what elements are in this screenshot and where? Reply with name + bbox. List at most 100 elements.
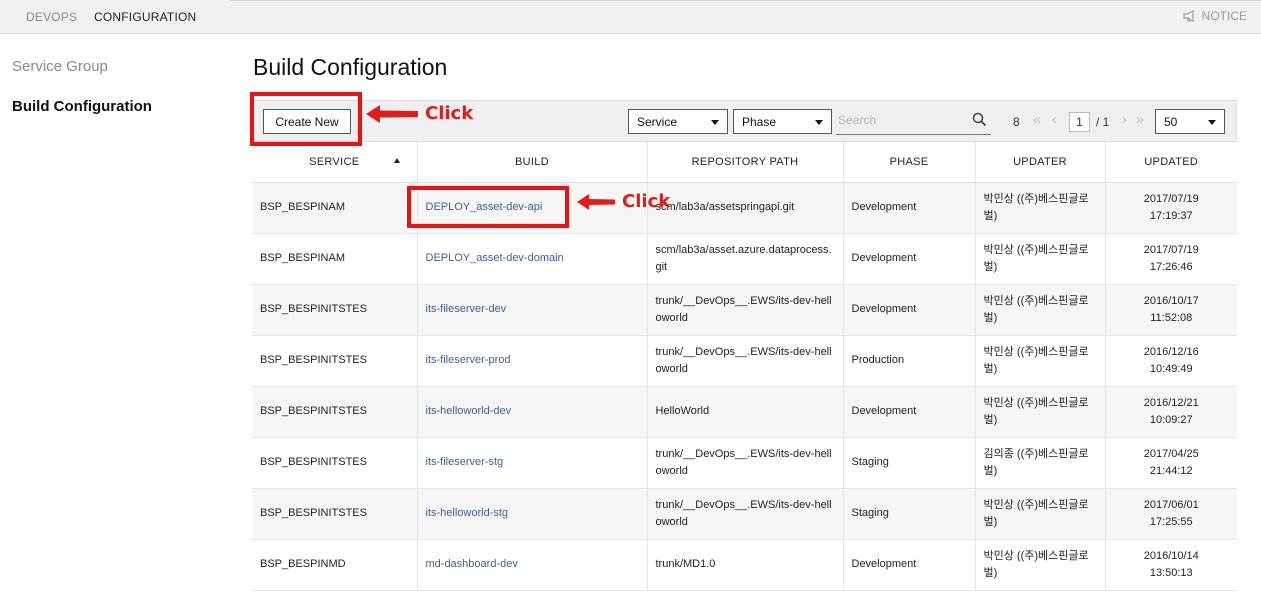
header-label: UPDATED [1144, 155, 1199, 168]
updater-value: 박민상 ((주)베스핀글로벌) [983, 396, 1089, 426]
header-label: BUILD [515, 155, 549, 168]
cell-service: BSP_BESPINAM [252, 182, 418, 234]
column-header-updated[interactable]: UPDATED [1105, 142, 1237, 183]
cell-updater: 김의종 ((주)베스핀글로벌) [975, 437, 1106, 489]
phase-select[interactable]: Phase [733, 109, 832, 134]
service-value: BSP_BESPINAM [260, 252, 345, 264]
build-link[interactable]: its-helloworld-dev [426, 405, 512, 417]
cell-service: BSP_BESPINITSTES [252, 335, 418, 387]
service-select[interactable]: Service [628, 109, 728, 134]
cell-phase: Development [843, 182, 976, 234]
updated-date: 2017/07/19 [1143, 243, 1199, 256]
service-value: BSP_BESPINMD [260, 558, 346, 570]
updated-date: 2016/10/17 [1143, 294, 1199, 307]
updater-value: 박민상 ((주)베스핀글로벌) [983, 549, 1089, 579]
red-arrow-icon [366, 105, 418, 123]
last-page-icon[interactable]: » [1136, 111, 1144, 127]
cell-phase: Production [843, 335, 976, 387]
click-annotation-1: Click [425, 103, 474, 124]
tab-devops[interactable]: DEVOPS [26, 10, 77, 24]
repo-value: trunk/__DevOps__.EWS/its-dev-helloworld [655, 447, 832, 477]
top-nav-bar: DEVOPS CONFIGURATION NOTICE [0, 0, 1261, 34]
table-row[interactable]: BSP_BESPINITSTES its-helloworld-dev HelloW… [252, 386, 1237, 438]
updated-time: 17:25:55 [1149, 515, 1193, 528]
updated-date: 2017/07/19 [1143, 192, 1199, 205]
column-header-repository-path[interactable]: REPOSITORY PATH [647, 142, 844, 183]
page-title: Build Configuration [253, 54, 448, 80]
create-new-button[interactable]: Create New [263, 109, 351, 134]
page-size-select[interactable]: 50 [1155, 109, 1225, 134]
cell-repository-path: HelloWorld [647, 386, 844, 438]
column-header-phase[interactable]: PHASE [843, 142, 976, 183]
cell-build: its-fileserver-prod [417, 335, 648, 387]
cell-updater: 박민상 ((주)베스핀글로벌) [975, 182, 1106, 234]
sort-asc-icon[interactable] [394, 158, 400, 163]
service-value: BSP_BESPINAM [260, 201, 345, 213]
table-row[interactable]: BSP_BESPINAM DEPLOY_asset-dev-api scm/lab3… [252, 182, 1237, 234]
build-link[interactable]: its-fileserver-dev [426, 303, 507, 315]
table-row[interactable]: BSP_BESPINITSTES its-fileserver-prod trunk… [252, 335, 1237, 387]
total-count: 8 [1013, 115, 1020, 129]
table-row[interactable]: BSP_BESPINMD md-dashboard-dev trunk/MD1.0 D… [252, 539, 1237, 591]
cell-phase: Development [843, 233, 976, 285]
table-row[interactable]: BSP_BESPINITSTES its-fileserver-stg trunk/… [252, 437, 1237, 489]
updated-time: 21:44:12 [1149, 464, 1193, 477]
phase-value: Development [851, 558, 917, 570]
next-page-icon[interactable]: › [1122, 111, 1127, 127]
sidebar-item-build-configuration[interactable]: Build Configuration [12, 98, 152, 115]
prev-page-icon[interactable]: ‹ [1052, 111, 1057, 127]
cell-updated: 2017/07/19 17:26:46 [1105, 233, 1237, 285]
cell-updated: 2016/12/16 10:49:49 [1105, 335, 1237, 387]
table-row[interactable]: BSP_BESPINITSTES its-fileserver-dev trunk/… [252, 284, 1237, 336]
first-page-icon[interactable]: « [1033, 111, 1041, 127]
service-value: BSP_BESPINITSTES [260, 405, 367, 417]
cell-repository-path: trunk/__DevOps__.EWS/its-dev-helloworld [647, 284, 844, 336]
column-header-build[interactable]: BUILD [417, 142, 648, 183]
repo-value: scm/lab3a/assetspringapi.git [655, 201, 795, 213]
column-header-service[interactable]: SERVICE [252, 142, 418, 183]
notice-button[interactable]: NOTICE [1183, 9, 1247, 23]
cell-updated: 2017/06/01 17:25:55 [1105, 488, 1237, 540]
cell-repository-path: trunk/MD1.0 [647, 539, 844, 591]
cell-service: BSP_BESPINITSTES [252, 284, 418, 336]
cell-updated: 2017/04/25 21:44:12 [1105, 437, 1237, 489]
tab-configuration[interactable]: CONFIGURATION [94, 10, 196, 24]
phase-value: Development [851, 303, 917, 315]
repo-value: HelloWorld [655, 405, 710, 417]
updated-date: 2016/12/21 [1143, 396, 1199, 409]
table-row[interactable]: BSP_BESPINAM DEPLOY_asset-dev-domain scm/l… [252, 233, 1237, 285]
sidebar-item-service-group[interactable]: Service Group [12, 58, 108, 75]
header-label: REPOSITORY PATH [691, 155, 799, 168]
dropdown-arrow-icon [711, 120, 719, 125]
cell-updater: 박민상 ((주)베스핀글로벌) [975, 233, 1106, 285]
table-row[interactable]: BSP_BESPINITSTES its-helloworld-stg trunk/… [252, 488, 1237, 540]
cell-repository-path: scm/lab3a/asset.azure.dataprocess.git [647, 233, 844, 285]
phase-value: Development [851, 405, 917, 417]
service-select-value: Service [637, 115, 678, 129]
cell-updater: 박민상 ((주)베스핀글로벌) [975, 335, 1106, 387]
red-arrow-icon [577, 194, 615, 210]
build-link[interactable]: its-fileserver-prod [426, 354, 511, 366]
search-icon[interactable] [972, 112, 987, 127]
cell-phase: Development [843, 539, 976, 591]
search-input[interactable] [838, 113, 963, 127]
build-link[interactable]: DEPLOY_asset-dev-domain [426, 252, 564, 264]
build-link[interactable]: DEPLOY_asset-dev-api [426, 201, 543, 213]
cell-updater: 박민상 ((주)베스핀글로벌) [975, 386, 1106, 438]
cell-phase: Development [843, 386, 976, 438]
updated-time: 17:19:37 [1149, 209, 1193, 222]
column-header-updater[interactable]: UPDATER [975, 142, 1106, 183]
build-link[interactable]: its-fileserver-stg [426, 456, 504, 468]
cell-repository-path: trunk/__DevOps__.EWS/its-dev-helloworld [647, 488, 844, 540]
page-size-value: 50 [1164, 115, 1178, 129]
cell-service: BSP_BESPINITSTES [252, 488, 418, 540]
updated-time: 13:50:13 [1149, 566, 1193, 579]
updated-date: 2016/12/16 [1143, 345, 1199, 358]
dropdown-arrow-icon [1208, 120, 1216, 125]
build-link[interactable]: md-dashboard-dev [426, 558, 518, 570]
page-number-input[interactable]: 1 [1069, 112, 1090, 132]
service-value: BSP_BESPINITSTES [260, 354, 367, 366]
updated-time: 11:52:08 [1150, 311, 1193, 324]
cell-build: its-helloworld-stg [417, 488, 648, 540]
build-link[interactable]: its-helloworld-stg [426, 507, 509, 519]
